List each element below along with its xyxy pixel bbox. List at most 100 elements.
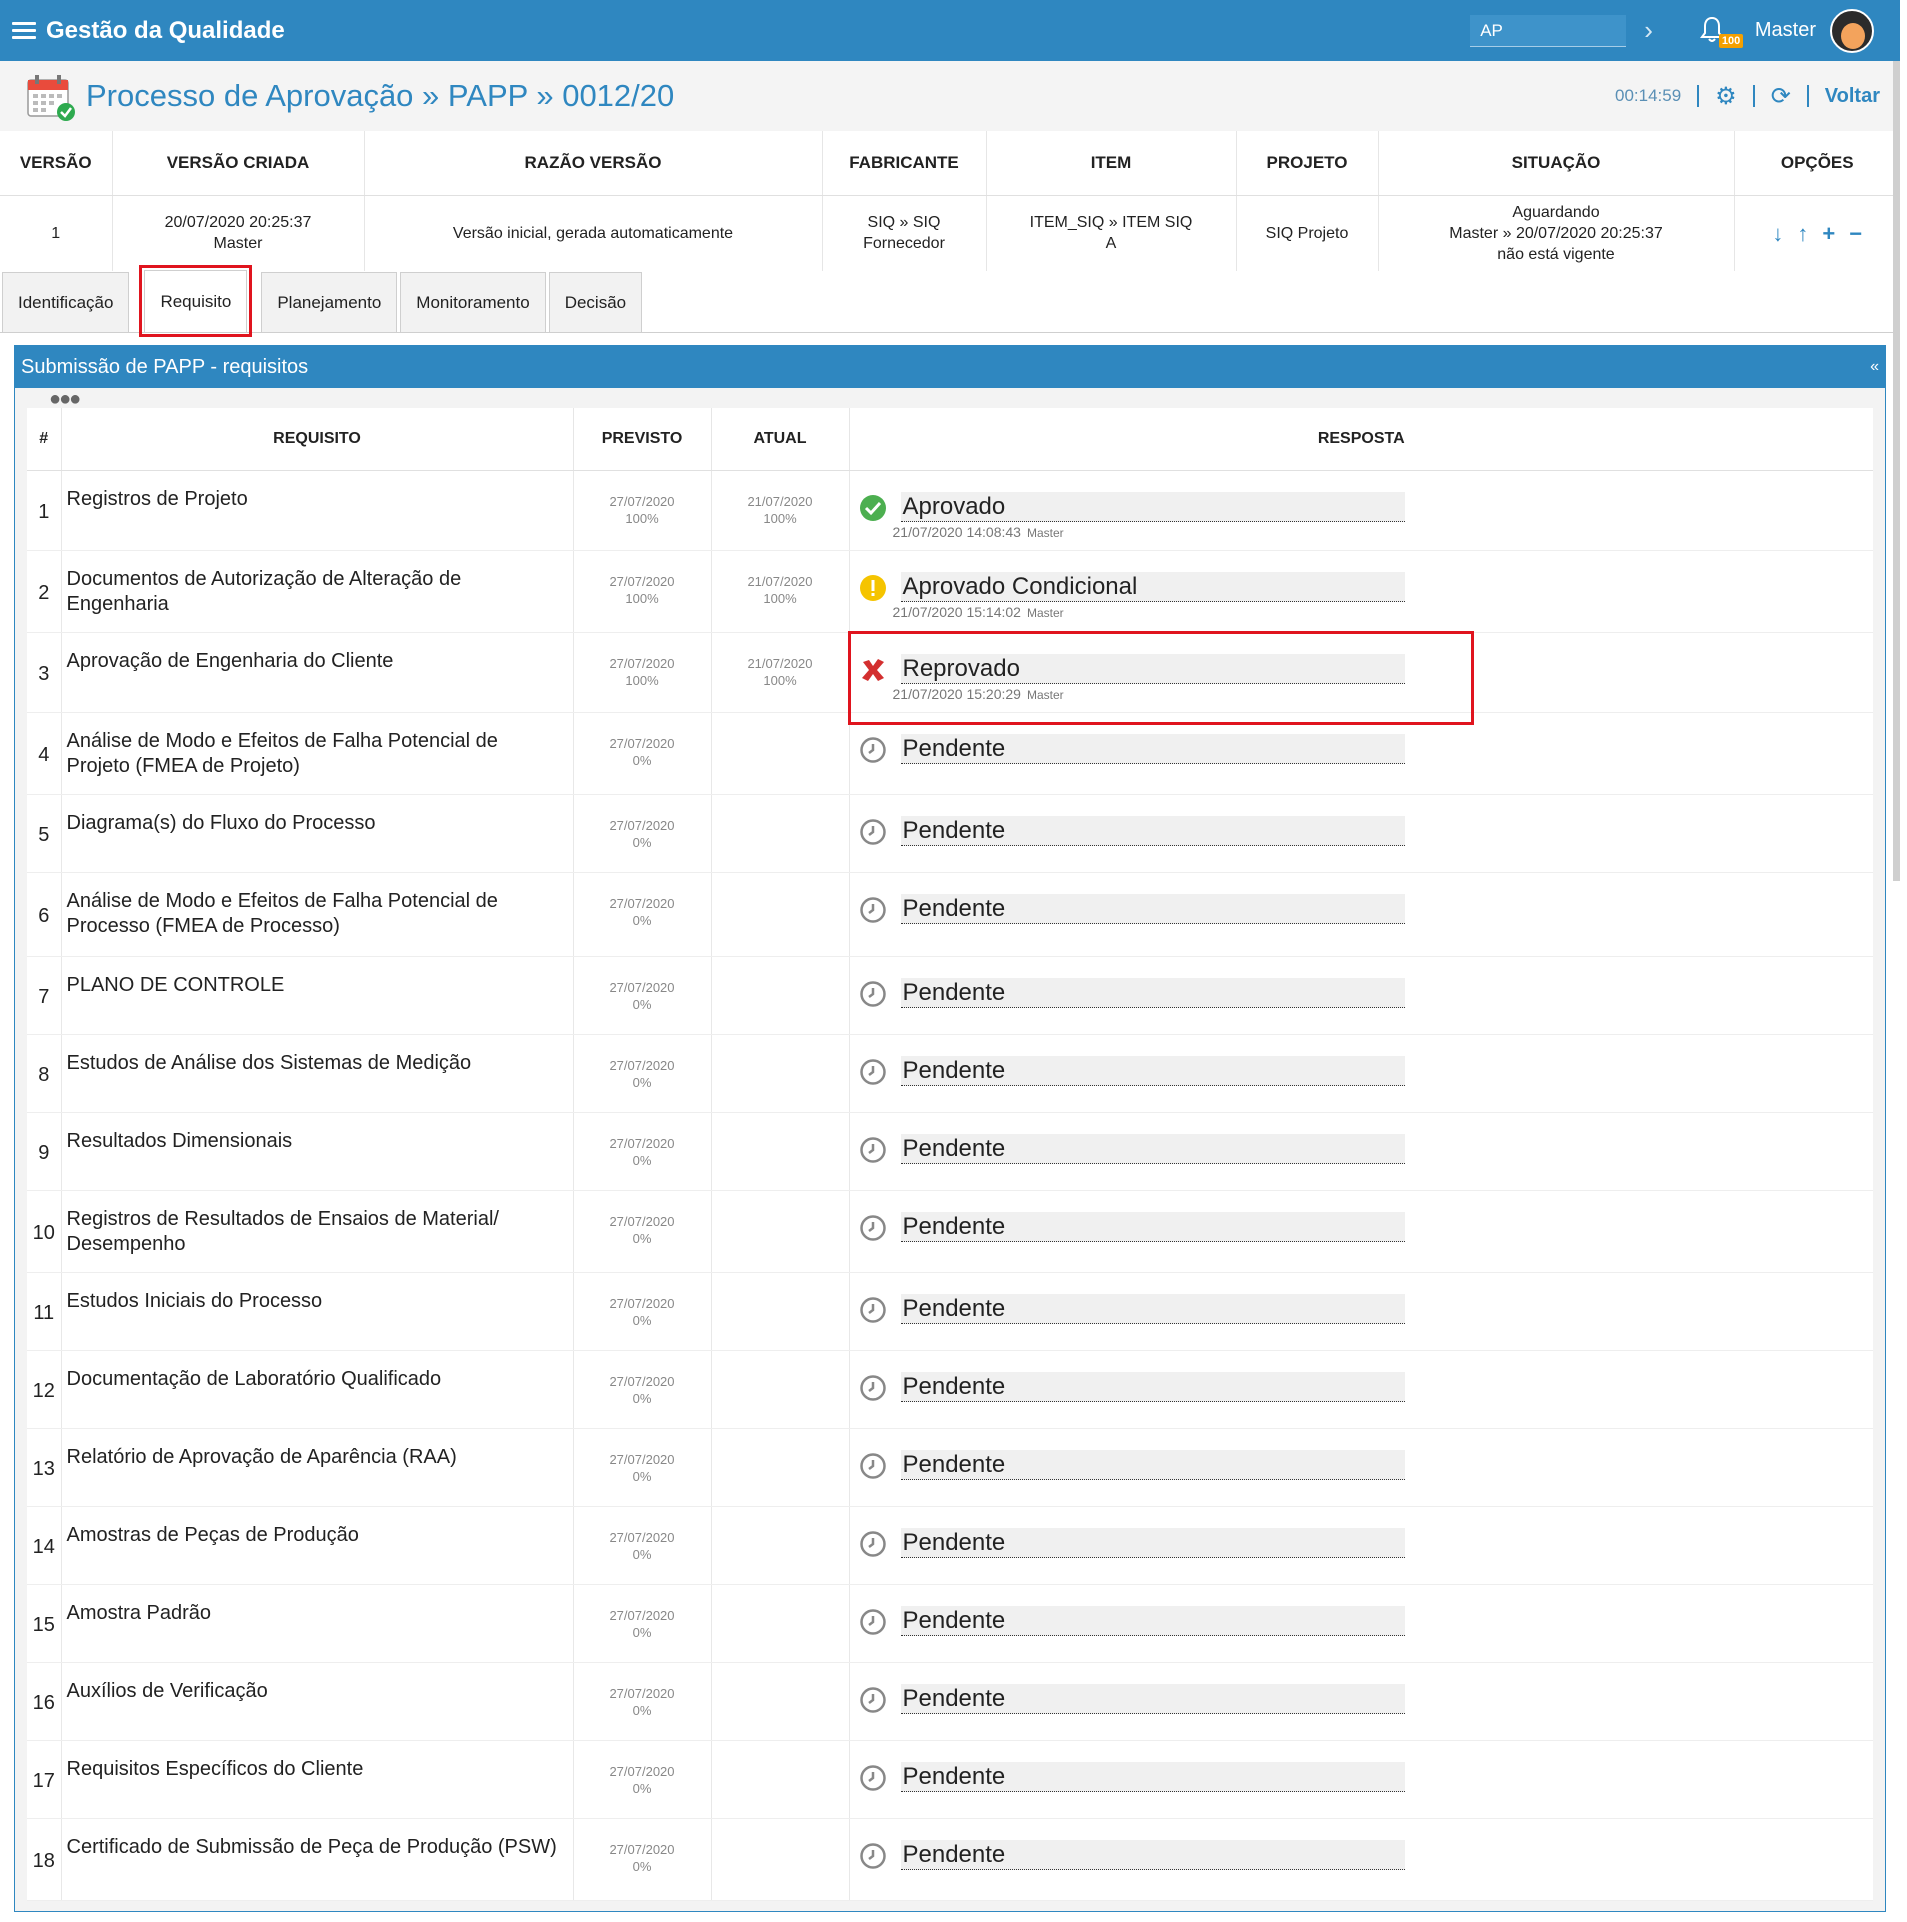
response-value[interactable]: Aprovado <box>900 491 1405 522</box>
row-number: 8 <box>27 1034 62 1113</box>
tab-bar: Identificação Requisito Planejamento Mon… <box>0 265 1900 337</box>
requirement-name: Requisitos Específicos do Cliente <box>61 1740 574 1819</box>
hamburger-menu-icon[interactable] <box>12 18 36 43</box>
back-button[interactable]: Voltar <box>1825 85 1880 108</box>
version-table: VERSÃO VERSÃO CRIADA RAZÃO VERSÃO FABRIC… <box>0 131 1900 271</box>
response-value[interactable]: Pendente <box>900 1839 1405 1870</box>
version-status: Aguardando Master » 20/07/2020 20:25:37 nã… <box>1378 195 1735 271</box>
actual-date <box>711 1034 850 1113</box>
response-value[interactable]: Pendente <box>900 893 1405 924</box>
response-cell: Pendente <box>849 1584 1873 1663</box>
table-row[interactable]: 12 Documentação de Laboratório Qualificad… <box>27 1350 1873 1429</box>
table-row[interactable]: 15 Amostra Padrão 27/07/2020 0% Pendente <box>27 1584 1873 1663</box>
table-row[interactable]: 18 Certificado de Submissão de Peça de Pr… <box>27 1818 1873 1901</box>
requirement-name: Certificado de Submissão de Peça de Prod… <box>61 1818 574 1901</box>
refresh-icon[interactable]: ⟳ <box>1771 82 1791 111</box>
table-row[interactable]: 9 Resultados Dimensionais 27/07/2020 0% Pend… <box>27 1112 1873 1191</box>
response-value[interactable]: Pendente <box>900 1527 1405 1558</box>
response-value[interactable]: Pendente <box>900 1761 1405 1792</box>
table-row[interactable]: 14 Amostras de Peças de Produção 27/07/202… <box>27 1506 1873 1585</box>
row-number: 4 <box>27 712 62 795</box>
response-value[interactable]: Pendente <box>900 1293 1405 1324</box>
response-value[interactable]: Pendente <box>900 1133 1405 1164</box>
requirement-name: Registros de Projeto <box>61 470 574 551</box>
row-number: 7 <box>27 956 62 1035</box>
version-project: SIQ Projeto <box>1236 195 1379 271</box>
response-cell: Pendente <box>849 1506 1873 1585</box>
response-value[interactable]: Pendente <box>900 1683 1405 1714</box>
tab-requisito[interactable]: Requisito <box>139 265 253 337</box>
collapse-panel-icon[interactable]: « <box>1870 358 1879 376</box>
col-header-requisito: REQUISITO <box>61 408 574 471</box>
response-value[interactable]: Pendente <box>900 815 1405 846</box>
row-number: 16 <box>27 1662 62 1741</box>
response-cell: Pendente <box>849 712 1873 795</box>
response-value[interactable]: Pendente <box>900 733 1405 764</box>
response-meta: 21/07/2020 14:08:43 Master <box>892 523 1064 540</box>
table-row[interactable]: 3 Aprovação de Engenharia do Cliente 27/07… <box>27 630 1873 725</box>
response-value[interactable]: Pendente <box>900 1055 1405 1086</box>
search-go-arrow-icon[interactable]: › <box>1644 15 1653 46</box>
response-value[interactable]: Pendente <box>900 977 1405 1008</box>
plus-icon[interactable]: + <box>1822 222 1835 244</box>
table-row[interactable]: 1 Registros de Projeto 27/07/2020 100% 21/07… <box>27 470 1873 551</box>
requirements-panel: Submissão de PAPP - requisitos « ●●● # R… <box>14 345 1886 1912</box>
tab-decisao[interactable]: Decisão <box>548 272 643 332</box>
clock-icon <box>859 896 887 924</box>
panel-title: Submissão de PAPP - requisitos <box>21 355 309 378</box>
table-row[interactable]: 10 Registros de Resultados de Ensaios de … <box>27 1190 1873 1273</box>
row-number: 2 <box>27 550 62 633</box>
table-row[interactable]: 4 Análise de Modo e Efeitos de Falha Pote… <box>27 712 1873 795</box>
table-row[interactable]: 5 Diagrama(s) do Fluxo do Processo 27/07/2… <box>27 794 1873 873</box>
more-options-icon[interactable]: ●●● <box>27 389 1873 409</box>
version-item: ITEM_SIQ » ITEM SIQ A <box>986 195 1237 271</box>
actual-date <box>711 794 850 873</box>
response-value[interactable]: Reprovado <box>900 653 1405 684</box>
table-row[interactable]: 6 Análise de Modo e Efeitos de Falha Pote… <box>27 872 1873 957</box>
user-avatar[interactable] <box>1830 8 1874 53</box>
arrow-down-icon[interactable]: ↓ <box>1772 222 1783 244</box>
requirement-name: Análise de Modo e Efeitos de Falha Poten… <box>61 712 574 795</box>
version-row[interactable]: 1 20/07/2020 20:25:37 Master Versão inici… <box>0 195 1900 271</box>
table-row[interactable]: 16 Auxílios de Verificação 27/07/2020 0% Pen… <box>27 1662 1873 1741</box>
clock-icon <box>859 1136 887 1164</box>
tab-monitoramento[interactable]: Monitoramento <box>400 272 546 332</box>
response-meta: 21/07/2020 15:20:29 Master <box>892 685 1064 702</box>
page-header: Processo de Aprovação » PAPP » 0012/20 0… <box>0 61 1900 131</box>
table-row[interactable]: 17 Requisitos Específicos do Cliente 27/07… <box>27 1740 1873 1819</box>
actual-date <box>711 1190 850 1273</box>
requirement-name: Resultados Dimensionais <box>61 1112 574 1191</box>
response-value[interactable]: Pendente <box>900 1449 1405 1480</box>
table-row[interactable]: 8 Estudos de Análise dos Sistemas de Medi… <box>27 1034 1873 1113</box>
response-value[interactable]: Pendente <box>900 1605 1405 1636</box>
table-row[interactable]: 11 Estudos Iniciais do Processo 27/07/2020… <box>27 1272 1873 1351</box>
actual-date <box>711 1112 850 1191</box>
minus-icon[interactable]: − <box>1849 222 1862 244</box>
actual-date <box>711 1740 850 1819</box>
row-number: 6 <box>27 872 62 957</box>
vertical-scrollbar[interactable] <box>1893 61 1900 881</box>
user-name[interactable]: Master <box>1755 19 1816 42</box>
row-number: 13 <box>27 1428 62 1507</box>
notifications-bell-icon[interactable]: 100 <box>1699 16 1744 48</box>
actual-date <box>711 1428 850 1507</box>
clock-icon <box>859 1764 887 1792</box>
tab-identificacao[interactable]: Identificação <box>2 272 130 332</box>
response-value[interactable]: Pendente <box>900 1211 1405 1242</box>
response-value[interactable]: Pendente <box>900 1371 1405 1402</box>
gear-icon[interactable]: ⚙ <box>1715 82 1737 111</box>
arrow-up-icon[interactable]: ↑ <box>1797 222 1808 244</box>
quick-search-input[interactable]: AP <box>1470 14 1627 47</box>
table-row[interactable]: 7 PLANO DE CONTROLE 27/07/2020 0% Pendente <box>27 956 1873 1035</box>
planned-date: 27/07/2020 0% <box>573 712 712 795</box>
cross-icon <box>859 656 887 684</box>
requirement-name: Amostras de Peças de Produção <box>61 1506 574 1585</box>
response-value[interactable]: Aprovado Condicional <box>900 571 1405 602</box>
requirement-name: Amostra Padrão <box>61 1584 574 1663</box>
col-header-atual: ATUAL <box>711 408 850 471</box>
table-row[interactable]: 2 Documentos de Autorização de Alteração … <box>27 550 1873 633</box>
col-header-fabricante: FABRICANTE <box>822 131 987 196</box>
clock-icon <box>859 736 887 764</box>
tab-planejamento[interactable]: Planejamento <box>261 272 398 332</box>
table-row[interactable]: 13 Relatório de Aprovação de Aparência (R… <box>27 1428 1873 1507</box>
